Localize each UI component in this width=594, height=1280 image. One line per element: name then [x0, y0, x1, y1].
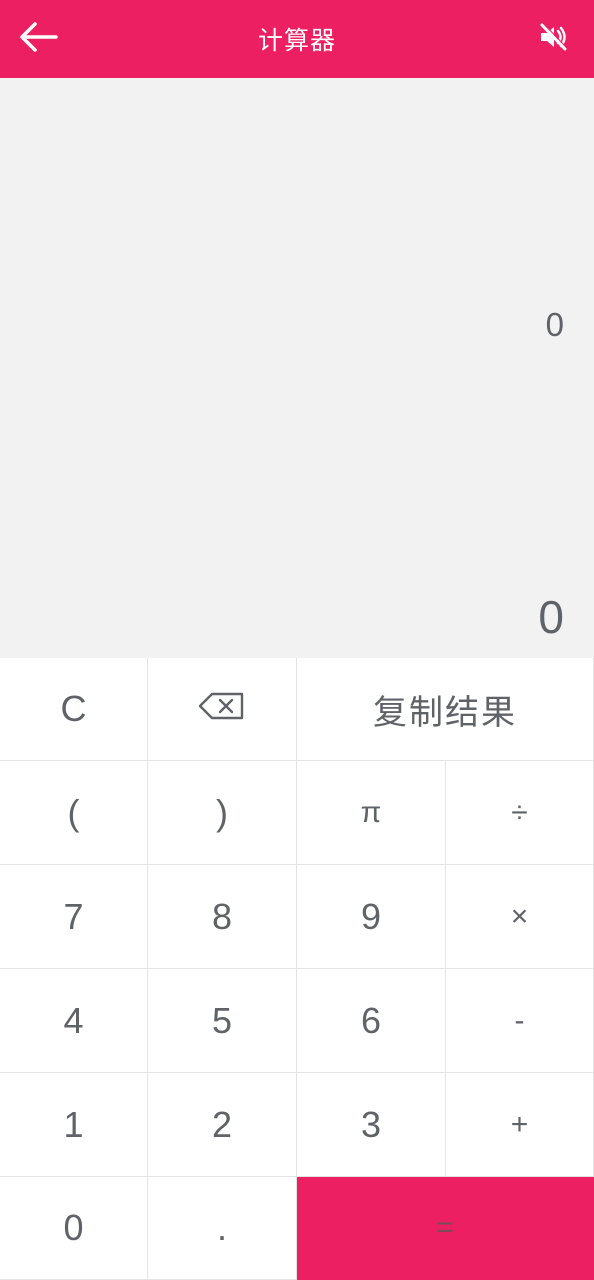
mute-button[interactable] — [536, 22, 570, 56]
three-button[interactable]: 3 — [297, 1073, 446, 1177]
nine-button[interactable]: 9 — [297, 865, 446, 969]
six-button[interactable]: 6 — [297, 969, 446, 1073]
calculator-display: 0 0 — [0, 78, 594, 658]
zero-button[interactable]: 0 — [0, 1177, 148, 1280]
multiply-button[interactable]: × — [446, 865, 594, 969]
divide-button[interactable]: ÷ — [446, 761, 594, 865]
equals-button[interactable]: = — [297, 1177, 594, 1280]
five-button[interactable]: 5 — [148, 969, 297, 1073]
copy-result-button[interactable]: 复制结果 — [297, 658, 594, 761]
one-button[interactable]: 1 — [0, 1073, 148, 1177]
backspace-icon — [198, 688, 246, 730]
keypad: C 复制结果 ( ) π ÷ 7 8 9 × 4 5 6 - 1 2 3 + 0… — [0, 658, 594, 1280]
expression-text: 0 — [545, 306, 564, 343]
eight-button[interactable]: 8 — [148, 865, 297, 969]
volume-off-icon — [538, 22, 568, 57]
minus-button[interactable]: - — [446, 969, 594, 1073]
app-bar: 计算器 — [0, 0, 594, 78]
plus-button[interactable]: + — [446, 1073, 594, 1177]
pi-button[interactable]: π — [297, 761, 446, 865]
decimal-button[interactable]: . — [148, 1177, 297, 1280]
clear-button[interactable]: C — [0, 658, 148, 761]
result-text: 0 — [538, 591, 564, 643]
two-button[interactable]: 2 — [148, 1073, 297, 1177]
backspace-button[interactable] — [148, 658, 297, 761]
open-paren-button[interactable]: ( — [0, 761, 148, 865]
seven-button[interactable]: 7 — [0, 865, 148, 969]
page-title: 计算器 — [257, 26, 336, 55]
four-button[interactable]: 4 — [0, 969, 148, 1073]
close-paren-button[interactable]: ) — [148, 761, 297, 865]
